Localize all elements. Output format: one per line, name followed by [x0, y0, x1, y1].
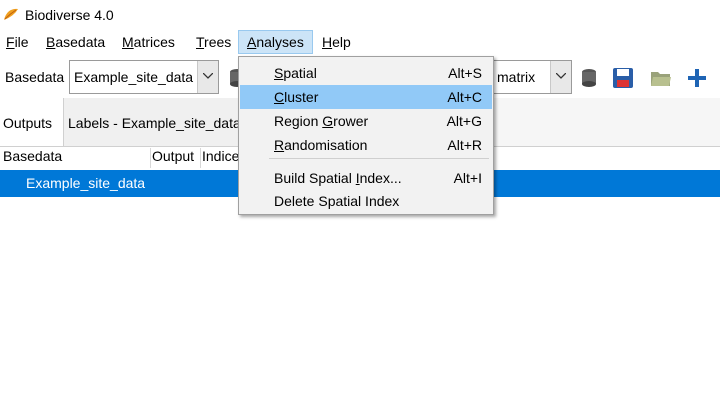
menu-item-build-spatial-index[interactable]: Build Spatial Index... Alt+I — [240, 166, 492, 190]
title-bar: Biodiverse 4.0 — [0, 0, 720, 30]
matrix-combo-value: matrix — [497, 69, 536, 85]
matrix-combo[interactable]: matrix — [490, 60, 572, 94]
menu-help[interactable]: Help — [322, 34, 351, 54]
add-icon[interactable] — [686, 67, 708, 89]
menu-item-randomisation[interactable]: Randomisation Alt+R — [240, 133, 492, 157]
menu-analyses[interactable]: Analyses — [238, 30, 313, 54]
menu-file[interactable]: File — [6, 34, 29, 54]
menu-matrices[interactable]: Matrices — [122, 34, 175, 54]
matrix-combo-arrow[interactable] — [550, 61, 571, 93]
basedata-combo-arrow[interactable] — [197, 61, 218, 93]
column-divider[interactable] — [150, 148, 151, 168]
menu-bar: File Basedata Matrices Trees Analyses He… — [0, 30, 720, 56]
app-logo-icon — [4, 8, 18, 20]
shortcut-label: Alt+I — [453, 170, 482, 186]
basedata-combo[interactable]: Example_site_data — [69, 60, 219, 94]
delete-matrix-icon[interactable] — [578, 67, 600, 89]
chevron-down-icon — [203, 73, 213, 79]
shortcut-label: Alt+G — [446, 113, 482, 129]
tab-labels[interactable]: Labels - Example_site_data — [64, 98, 264, 146]
column-header-indices[interactable]: Indice — [202, 148, 239, 168]
save-icon[interactable] — [612, 67, 634, 89]
open-folder-icon[interactable] — [650, 67, 672, 89]
tab-outputs[interactable]: Outputs — [0, 98, 64, 146]
menu-basedata[interactable]: Basedata — [46, 34, 105, 54]
chevron-down-icon — [556, 73, 566, 79]
menu-separator — [269, 158, 489, 159]
analyses-dropdown-menu: Spatial Alt+S Cluster Alt+C Region Growe… — [238, 56, 494, 215]
column-divider[interactable] — [200, 148, 201, 168]
basedata-combo-value: Example_site_data — [74, 69, 194, 85]
menu-item-spatial[interactable]: Spatial Alt+S — [240, 61, 492, 85]
basedata-label: Basedata — [5, 69, 65, 85]
shortcut-label: Alt+S — [448, 65, 482, 81]
menu-item-cluster[interactable]: Cluster Alt+C — [240, 85, 492, 109]
menu-item-region-grower[interactable]: Region Grower Alt+G — [240, 109, 492, 133]
window-title: Biodiverse 4.0 — [25, 7, 114, 23]
row-basedata-name: Example_site_data — [26, 175, 146, 191]
column-header-output[interactable]: Output — [152, 148, 194, 168]
shortcut-label: Alt+R — [447, 137, 482, 153]
menu-trees[interactable]: Trees — [196, 34, 231, 54]
column-header-basedata[interactable]: Basedata — [3, 148, 62, 168]
shortcut-label: Alt+C — [447, 89, 482, 105]
menu-item-delete-spatial-index[interactable]: Delete Spatial Index — [240, 189, 492, 213]
